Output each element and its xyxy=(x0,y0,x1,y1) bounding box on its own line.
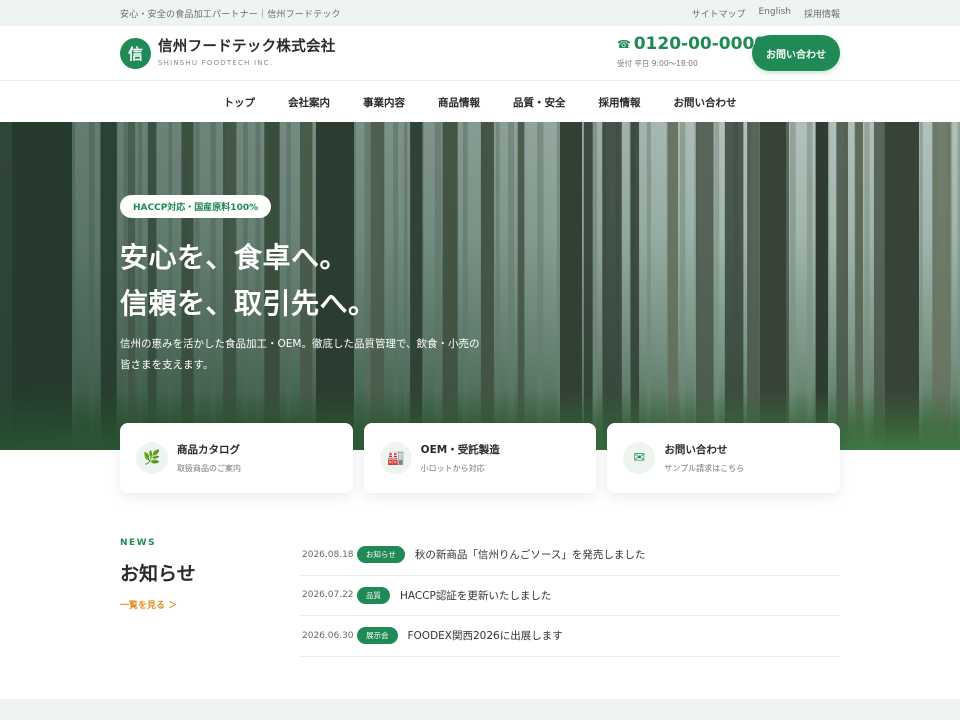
card-subtitle: サンプル請求はこちら xyxy=(664,464,745,473)
card-title: お問い合わせ xyxy=(664,444,728,456)
nav-item-company[interactable]: 会社案内 xyxy=(272,95,347,110)
business-hours: 受付 平日 9:00〜18:00 xyxy=(617,59,698,68)
news-more-link[interactable]: 一覧を見る ＞ xyxy=(120,598,177,611)
news-tag: 品質 xyxy=(357,586,390,604)
news-date: 2026.07.22 xyxy=(302,590,354,601)
site-header: 信 信州フードテック株式会社 SHINSHU FOODTECH INC. ☎ 0… xyxy=(0,26,960,81)
nav-item-quality[interactable]: 品質・安全 xyxy=(497,95,583,110)
news-list: 2026.08.18 お知らせ 秋の新商品「信州りんごソース」を発売しました 2… xyxy=(300,535,840,657)
utility-bar: 安心・安全の食品加工パートナー｜信州フードテック サイトマップ English … xyxy=(0,0,960,26)
logo-mark[interactable]: 信 xyxy=(120,38,151,69)
news-item[interactable]: 2026.06.30 展示会 FOODEX関西2026に出展します xyxy=(300,616,840,657)
hero-badge: HACCP対応・国産原料100% xyxy=(120,195,272,218)
news-date: 2026.08.18 xyxy=(302,549,354,560)
contact-button[interactable]: お問い合わせ xyxy=(752,35,840,71)
news-title: FOODEX関西2026に出展します xyxy=(407,630,563,643)
news-label: NEWS xyxy=(120,538,157,548)
hero-lead: 信州の恵みを活かした食品加工・OEM。徹底した品質管理で、飲食・小売の皆さまを支… xyxy=(120,338,480,371)
hero-headline-line-1: 安心を、食卓へ。 xyxy=(120,241,349,274)
nav-item-contact[interactable]: お問い合わせ xyxy=(657,95,753,110)
oem-card[interactable]: 🏭 OEM・受託製造 小ロットから対応 xyxy=(363,423,597,493)
phone-icon: ☎ xyxy=(617,37,631,51)
company-name[interactable]: 信州フードテック株式会社 xyxy=(158,35,336,56)
mail-icon: ✉ xyxy=(623,442,656,474)
news-heading: お知らせ xyxy=(120,563,196,585)
footer-band xyxy=(0,699,960,720)
main-nav: トップ 会社案内 事業内容 商品情報 品質・安全 採用情報 お問い合わせ xyxy=(0,82,960,122)
nav-item-recruit[interactable]: 採用情報 xyxy=(582,95,657,110)
card-subtitle: 小ロットから対応 xyxy=(420,464,485,473)
hero-headline: 安心を、食卓へ。 信頼を、取引先へ。 xyxy=(120,235,377,327)
sitemap-link[interactable]: サイトマップ xyxy=(691,7,745,20)
news-date: 2026.06.30 xyxy=(302,630,354,641)
utility-links: サイトマップ English 採用情報 xyxy=(691,7,840,20)
english-link[interactable]: English xyxy=(758,7,791,20)
recruit-link[interactable]: 採用情報 xyxy=(804,7,840,20)
news-item[interactable]: 2026.08.18 お知らせ 秋の新商品「信州りんごソース」を発売しました xyxy=(300,535,840,576)
contact-card[interactable]: ✉ お問い合わせ サンプル請求はこちら xyxy=(607,423,841,493)
news-item[interactable]: 2026.07.22 品質 HACCP認証を更新いたしました xyxy=(300,576,840,616)
nav-item-business[interactable]: 事業内容 xyxy=(347,95,422,110)
catalog-card[interactable]: 🌿 商品カタログ 取扱商品のご案内 xyxy=(120,423,353,493)
card-subtitle: 取扱商品のご案内 xyxy=(177,464,241,473)
card-title: OEM・受託製造 xyxy=(420,444,500,456)
news-tag: 展示会 xyxy=(357,627,398,645)
phone-number[interactable]: ☎ 0120-00-0000 xyxy=(617,34,766,54)
news-tag: お知らせ xyxy=(357,546,405,564)
company-name-en: SHINSHU FOODTECH INC. xyxy=(158,59,274,67)
hero-section: HACCP対応・国産原料100% 安心を、食卓へ。 信頼を、取引先へ。 信州の恵… xyxy=(0,122,960,450)
phone-number-text: 0120-00-0000 xyxy=(633,34,767,54)
leaf-icon: 🌿 xyxy=(136,442,168,474)
nav-item-top[interactable]: トップ xyxy=(207,95,272,110)
site-tagline: 安心・安全の食品加工パートナー｜信州フードテック xyxy=(120,10,341,20)
service-cards: 🌿 商品カタログ 取扱商品のご案内 🏭 OEM・受託製造 小ロットから対応 ✉ … xyxy=(120,423,841,493)
hero-headline-line-2: 信頼を、取引先へ。 xyxy=(120,287,377,320)
news-title: 秋の新商品「信州りんごソース」を発売しました xyxy=(414,549,646,562)
news-title: HACCP認証を更新いたしました xyxy=(400,589,552,602)
nav-item-products[interactable]: 商品情報 xyxy=(422,95,497,110)
factory-icon: 🏭 xyxy=(379,442,412,474)
card-title: 商品カタログ xyxy=(177,444,240,456)
